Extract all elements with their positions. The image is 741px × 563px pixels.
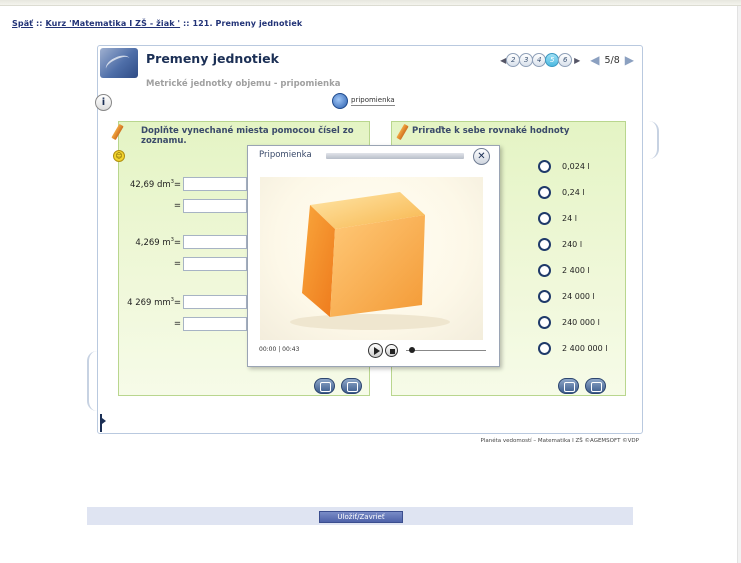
- fill-row-2: =: [127, 199, 247, 213]
- volume-knob[interactable]: [409, 347, 415, 353]
- popup-title: Pripomienka: [259, 150, 312, 160]
- pencil-icon: [394, 124, 410, 144]
- fill-row-label: =: [173, 259, 181, 269]
- page-indicator: 5/8: [604, 54, 620, 66]
- fill-row-label: =: [173, 319, 181, 329]
- fill-row-label: 42,69 dm3=: [129, 178, 181, 190]
- expand-handle-icon[interactable]: [100, 414, 106, 432]
- match-option-label: 2 400 l: [562, 266, 590, 275]
- lesson-header: Premeny jednotiek Metrické jednotky obje…: [98, 46, 642, 96]
- reset-button[interactable]: [314, 378, 335, 394]
- course-link[interactable]: Kurz 'Matematika I ZŠ - žiak ': [46, 19, 181, 28]
- breadcrumb-separator: ::: [180, 19, 193, 28]
- radio-circle-icon[interactable]: [538, 160, 551, 173]
- reminder-link[interactable]: pripomienka: [332, 93, 395, 109]
- fill-row-label: 4 269 mm3=: [127, 296, 181, 308]
- fill-row-6: =: [127, 317, 247, 331]
- match-option-label: 0,24 l: [562, 188, 585, 197]
- video-player[interactable]: [260, 177, 483, 340]
- save-close-button[interactable]: Uložiť/Zavrieť: [319, 511, 403, 523]
- reminder-label: pripomienka: [351, 96, 395, 106]
- radio-circle-icon[interactable]: [538, 238, 551, 251]
- lesson-title: Premeny jednotiek: [146, 51, 279, 66]
- match-option-label: 0,024 l: [562, 162, 590, 171]
- reminder-play-icon: [332, 93, 348, 109]
- check-button[interactable]: [585, 378, 606, 394]
- fill-in-instruction: Doplňte vynechané miesta pomocou čísel z…: [141, 126, 354, 146]
- page-button-2[interactable]: 2: [506, 53, 521, 67]
- fill-row-label: 4,269 m3=: [135, 236, 181, 248]
- match-option[interactable]: 2 400 l: [538, 264, 590, 277]
- matching-instruction: Priraďte k sebe rovnaké hodnoty: [412, 126, 570, 136]
- lesson-label: 121. Premeny jednotiek: [192, 19, 303, 28]
- radio-circle-icon[interactable]: [538, 290, 551, 303]
- breadcrumb: Späť :: Kurz 'Matematika I ZŠ - žiak ' :…: [12, 19, 302, 28]
- radio-circle-icon[interactable]: [538, 264, 551, 277]
- fill-row-label: =: [173, 201, 181, 211]
- match-option[interactable]: 0,024 l: [538, 160, 590, 173]
- match-option[interactable]: 2 400 000 l: [538, 342, 607, 355]
- next-screen-icon[interactable]: ▶: [625, 53, 634, 67]
- answer-input-3[interactable]: [183, 235, 247, 249]
- cube-illustration: [290, 192, 450, 330]
- popup-drag-bar[interactable]: [326, 153, 464, 159]
- next-arrow-edge-icon[interactable]: [649, 121, 659, 159]
- lesson-card: Premeny jednotiek Metrické jednotky obje…: [87, 45, 659, 444]
- lesson-subtitle: Metrické jednotky objemu - pripomienka: [146, 79, 341, 89]
- radio-circle-icon[interactable]: [538, 186, 551, 199]
- fill-row-3: 4,269 m3=: [127, 235, 247, 249]
- fill-row-5: 4 269 mm3=: [127, 295, 247, 309]
- previous-screen-icon[interactable]: ◀: [590, 53, 599, 67]
- info-icon[interactable]: i: [95, 94, 112, 111]
- page-button-4[interactable]: 4: [532, 53, 547, 67]
- page-button-5[interactable]: 5: [545, 53, 560, 67]
- fill-row-1: 42,69 dm3=: [127, 177, 247, 191]
- answer-input-1[interactable]: [183, 177, 247, 191]
- play-icon[interactable]: [368, 343, 383, 358]
- bottom-bar: Uložiť/Zavrieť: [87, 507, 633, 525]
- next-page-arrow-icon[interactable]: ▶: [573, 56, 581, 65]
- check-button[interactable]: [341, 378, 362, 394]
- top-bar: [0, 0, 741, 6]
- reminder-popup: Pripomienka ✕ 00:00 | 00:43: [247, 145, 500, 367]
- stop-icon[interactable]: [385, 344, 398, 357]
- copyright-note: Planéta vedomostí – Matematika I ZŠ ©AGE…: [480, 438, 640, 444]
- match-option[interactable]: 240 l: [538, 238, 582, 251]
- smiley-icon: ☺: [113, 150, 125, 162]
- video-time: 00:00 | 00:43: [259, 346, 300, 353]
- close-icon[interactable]: ✕: [473, 148, 490, 165]
- match-option-label: 24 l: [562, 214, 577, 223]
- lesson-logo-icon: [100, 48, 138, 78]
- match-option-label: 2 400 000 l: [562, 344, 608, 353]
- match-option[interactable]: 240 000 l: [538, 316, 600, 329]
- prev-arrow-edge-icon[interactable]: [87, 351, 97, 411]
- match-option-label: 240 000 l: [562, 318, 600, 327]
- answer-input-5[interactable]: [183, 295, 247, 309]
- volume-slider[interactable]: [406, 350, 486, 351]
- page-scrollbar[interactable]: [737, 6, 741, 563]
- radio-circle-icon[interactable]: [538, 342, 551, 355]
- reset-button[interactable]: [558, 378, 579, 394]
- back-link[interactable]: Späť: [12, 19, 33, 28]
- breadcrumb-separator: ::: [33, 19, 46, 28]
- match-option-label: 24 000 l: [562, 292, 595, 301]
- radio-circle-icon[interactable]: [538, 212, 551, 225]
- match-option[interactable]: 24 l: [538, 212, 577, 225]
- page-button-3[interactable]: 3: [519, 53, 534, 67]
- match-option-label: 240 l: [562, 240, 583, 249]
- answer-input-2[interactable]: [183, 199, 247, 213]
- page-navigation: ◀ 2 3 4 5 6 ▶ ◀ 5/8 ▶: [499, 51, 634, 69]
- radio-circle-icon[interactable]: [538, 316, 551, 329]
- answer-input-4[interactable]: [183, 257, 247, 271]
- pencil-icon: [109, 124, 125, 144]
- answer-input-6[interactable]: [183, 317, 247, 331]
- match-option[interactable]: 24 000 l: [538, 290, 595, 303]
- page-button-6[interactable]: 6: [558, 53, 573, 67]
- match-option[interactable]: 0,24 l: [538, 186, 585, 199]
- fill-row-4: =: [127, 257, 247, 271]
